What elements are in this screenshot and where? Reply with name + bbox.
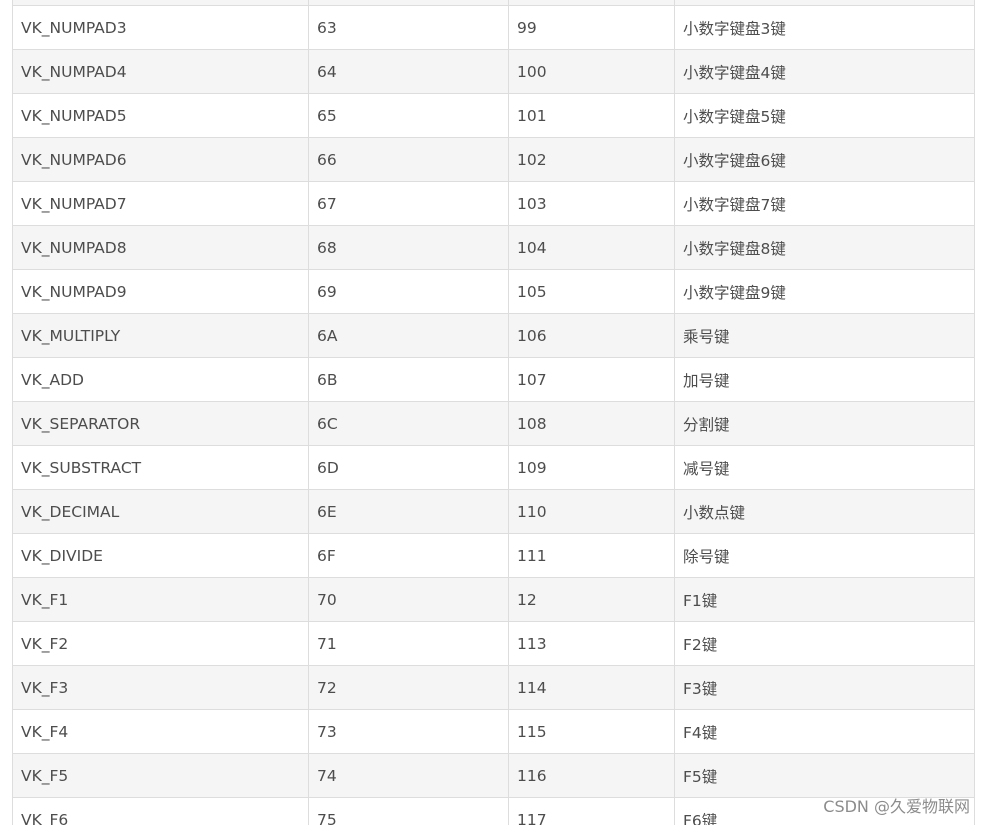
description-cell: 小数点键 [674,489,975,534]
table-row: VK_F4 73 115 F4键 [12,709,975,754]
table-row: VK_DIVIDE 6F 111 除号键 [12,533,975,578]
key-name-cell: VK_NUMPAD6 [12,137,309,182]
hex-code-cell: 72 [308,665,509,710]
decimal-code-cell: 117 [508,797,675,825]
key-name-cell: VK_NUMPAD4 [12,49,309,94]
table-row: VK_F5 74 116 F5键 [12,753,975,798]
key-name-cell: VK_DIVIDE [12,533,309,578]
table-row: VK_SEPARATOR 6C 108 分割键 [12,401,975,446]
hex-code-cell: 6D [308,445,509,490]
decimal-code-cell: 108 [508,401,675,446]
hex-code-cell: 74 [308,753,509,798]
table-row: VK_NUMPAD4 64 100 小数字键盘4键 [12,49,975,94]
hex-code-cell: 68 [308,225,509,270]
table-row: VK_SUBSTRACT 6D 109 减号键 [12,445,975,490]
table-row: VK_NUMPAD7 67 103 小数字键盘7键 [12,181,975,226]
hex-code-cell: 6C [308,401,509,446]
hex-code-cell: 75 [308,797,509,825]
decimal-code-cell: 101 [508,93,675,138]
description-cell: F4键 [674,709,975,754]
table-row: VK_ADD 6B 107 加号键 [12,357,975,402]
key-name-cell: VK_SEPARATOR [12,401,309,446]
decimal-code-cell: 113 [508,621,675,666]
table-body: VK_NUMPAD26298小数字键盘2键VK_NUMPAD36399小数字键盘… [12,0,975,825]
decimal-code-cell: 100 [508,49,675,94]
hex-code-cell: 6F [308,533,509,578]
description-cell: F1键 [674,577,975,622]
table-row: VK_F3 72 114 F3键 [12,665,975,710]
hex-code-cell: 67 [308,181,509,226]
key-name-cell: VK_NUMPAD9 [12,269,309,314]
page: VK_NUMPAD26298小数字键盘2键VK_NUMPAD36399小数字键盘… [0,0,982,825]
description-cell: 减号键 [674,445,975,490]
hex-code-cell: 63 [308,5,509,50]
key-name-cell: VK_DECIMAL [12,489,309,534]
key-name-cell: VK_F1 [12,577,309,622]
description-cell: 小数字键盘7键 [674,181,975,226]
decimal-code-cell: 115 [508,709,675,754]
table-row: VK_F2 71 113 F2键 [12,621,975,666]
hex-code-cell: 6B [308,357,509,402]
decimal-code-cell: 106 [508,313,675,358]
key-name-cell: VK_F3 [12,665,309,710]
hex-code-cell: 65 [308,93,509,138]
key-name-cell: VK_F4 [12,709,309,754]
decimal-code-cell: 99 [508,5,675,50]
table-row: VK_NUMPAD3 63 99 小数字键盘3键 [12,5,975,50]
table-row: VK_NUMPAD8 68 104 小数字键盘8键 [12,225,975,270]
decimal-code-cell: 12 [508,577,675,622]
key-name-cell: VK_NUMPAD8 [12,225,309,270]
key-name-cell: VK_F2 [12,621,309,666]
description-cell: 小数字键盘8键 [674,225,975,270]
description-cell: 小数字键盘3键 [674,5,975,50]
key-name-cell: VK_SUBSTRACT [12,445,309,490]
hex-code-cell: 6E [308,489,509,534]
decimal-code-cell: 105 [508,269,675,314]
hex-code-cell: 66 [308,137,509,182]
key-name-cell: VK_F5 [12,753,309,798]
hex-code-cell: 64 [308,49,509,94]
decimal-code-cell: 107 [508,357,675,402]
decimal-code-cell: 103 [508,181,675,226]
key-name-cell: VK_MULTIPLY [12,313,309,358]
decimal-code-cell: 111 [508,533,675,578]
decimal-code-cell: 109 [508,445,675,490]
watermark: CSDN @久爱物联网 [823,797,970,816]
description-cell: 除号键 [674,533,975,578]
description-cell: 小数字键盘6键 [674,137,975,182]
key-name-cell: VK_ADD [12,357,309,402]
table-row: VK_NUMPAD9 69 105 小数字键盘9键 [12,269,975,314]
description-cell: 乘号键 [674,313,975,358]
key-name-cell: VK_NUMPAD7 [12,181,309,226]
key-name-cell: VK_NUMPAD5 [12,93,309,138]
hex-code-cell: 73 [308,709,509,754]
table-row: VK_NUMPAD6 66 102 小数字键盘6键 [12,137,975,182]
hex-code-cell: 70 [308,577,509,622]
decimal-code-cell: 114 [508,665,675,710]
decimal-code-cell: 110 [508,489,675,534]
key-name-cell: VK_F6 [12,797,309,825]
hex-code-cell: 6A [308,313,509,358]
description-cell: 分割键 [674,401,975,446]
table-row: VK_DECIMAL 6E 110 小数点键 [12,489,975,534]
description-cell: 小数字键盘4键 [674,49,975,94]
decimal-code-cell: 104 [508,225,675,270]
description-cell: F2键 [674,621,975,666]
hex-code-cell: 69 [308,269,509,314]
description-cell: 加号键 [674,357,975,402]
description-cell: F5键 [674,753,975,798]
virtual-key-table: VK_NUMPAD26298小数字键盘2键VK_NUMPAD36399小数字键盘… [12,0,975,825]
description-cell: 小数字键盘9键 [674,269,975,314]
table-row: VK_NUMPAD5 65 101 小数字键盘5键 [12,93,975,138]
table-row: VK_MULTIPLY 6A 106 乘号键 [12,313,975,358]
hex-code-cell: 71 [308,621,509,666]
decimal-code-cell: 116 [508,753,675,798]
key-name-cell: VK_NUMPAD3 [12,5,309,50]
description-cell: 小数字键盘5键 [674,93,975,138]
description-cell: F3键 [674,665,975,710]
table-row: VK_F1 70 12 F1键 [12,577,975,622]
decimal-code-cell: 102 [508,137,675,182]
